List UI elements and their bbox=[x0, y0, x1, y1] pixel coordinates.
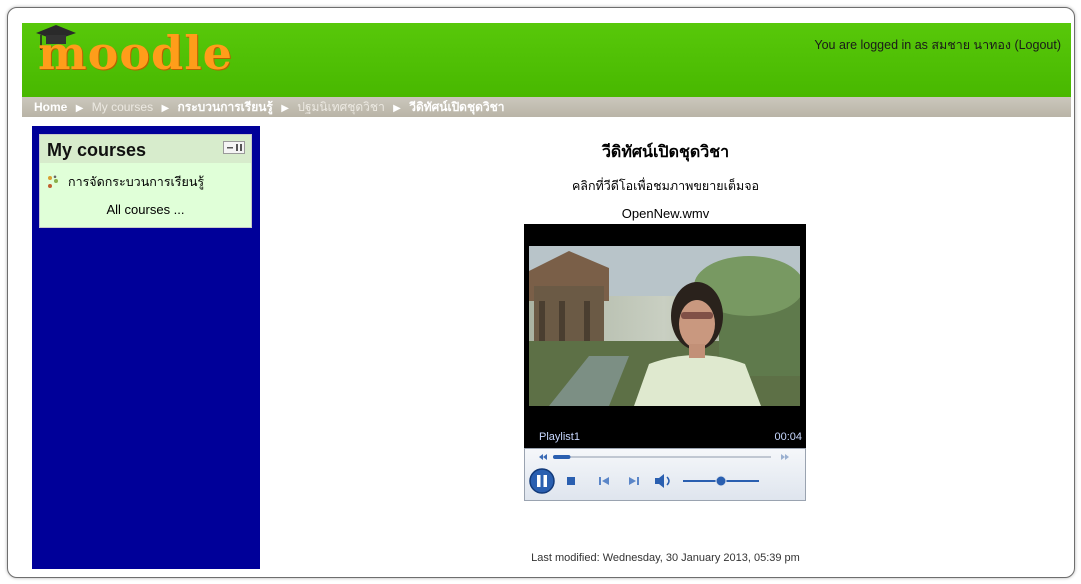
volume-knob[interactable] bbox=[715, 475, 727, 487]
video-filename: OpenNew.wmv bbox=[621, 206, 710, 221]
pause-icon[interactable] bbox=[529, 468, 555, 494]
moodle-logo[interactable]: moodle bbox=[32, 23, 252, 97]
time-display: 00:04 bbox=[774, 431, 802, 443]
course-item-label: การจัดกระบวนการเรียนรู้ bbox=[68, 175, 205, 189]
block-header: My courses bbox=[40, 135, 251, 163]
page-title: วีดิทัศน์เปิดชุดวิชา bbox=[601, 144, 730, 161]
block-toggle-icon[interactable] bbox=[223, 141, 245, 154]
breadcrumb-separator-icon: ▶ bbox=[161, 103, 170, 114]
media-player[interactable]: Playlist1 00:04 bbox=[524, 224, 806, 501]
breadcrumb-home[interactable]: Home bbox=[34, 100, 67, 114]
breadcrumb-separator-icon: ▶ bbox=[393, 103, 401, 114]
previous-icon[interactable] bbox=[599, 477, 609, 485]
stop-icon[interactable] bbox=[567, 477, 575, 485]
seek-fill bbox=[553, 455, 571, 459]
my-courses-block: My courses การจัดกระบวนการเรียนรู้ All c… bbox=[39, 134, 252, 228]
breadcrumb-current: วีดิทัศน์เปิดชุดวิชา bbox=[409, 100, 505, 114]
block-title: My courses bbox=[47, 140, 147, 160]
rewind-icon[interactable] bbox=[539, 454, 547, 460]
breadcrumb: Home ▶ My courses ▶ กระบวนการเรียนรู้ ▶ … bbox=[22, 97, 1071, 117]
logo-wordmark: moodle bbox=[38, 26, 233, 80]
login-info[interactable]: You are logged in as สมชาย นาทอง (Logout… bbox=[814, 35, 1061, 55]
playlist-label: Playlist1 bbox=[539, 431, 580, 443]
main-content: วีดิทัศน์เปิดชุดวิชา คลิกที่วีดีโอเพื่อช… bbox=[260, 126, 1071, 569]
video-frame[interactable] bbox=[529, 246, 800, 406]
control-bar bbox=[529, 454, 789, 494]
volume-icon[interactable] bbox=[655, 474, 670, 488]
seek-track[interactable] bbox=[553, 456, 771, 458]
course-icon bbox=[48, 175, 58, 188]
all-courses-link[interactable]: All courses ... bbox=[40, 202, 251, 217]
breadcrumb-section[interactable]: ปฐมนิเทศชุดวิชา bbox=[297, 100, 385, 114]
sidebar: My courses การจัดกระบวนการเรียนรู้ All c… bbox=[32, 126, 260, 569]
sidebar-item-course[interactable]: การจัดกระบวนการเรียนรู้ bbox=[46, 172, 204, 192]
breadcrumb-separator-icon: ▶ bbox=[281, 103, 289, 114]
breadcrumb-separator-icon: ▶ bbox=[75, 103, 84, 114]
breadcrumb-my-courses[interactable]: My courses bbox=[92, 100, 153, 114]
fast-forward-icon[interactable] bbox=[781, 454, 789, 460]
breadcrumb-course[interactable]: กระบวนการเรียนรู้ bbox=[177, 100, 272, 114]
instruction-text: คลิกที่วีดีโอเพื่อชมภาพขยายเต็มจอ bbox=[571, 179, 760, 193]
next-icon[interactable] bbox=[629, 477, 639, 485]
player-controls bbox=[524, 448, 806, 501]
site-header: moodle You are logged in as สมชาย นาทอง … bbox=[22, 23, 1071, 97]
last-modified: Last modified: Wednesday, 30 January 201… bbox=[531, 552, 800, 564]
